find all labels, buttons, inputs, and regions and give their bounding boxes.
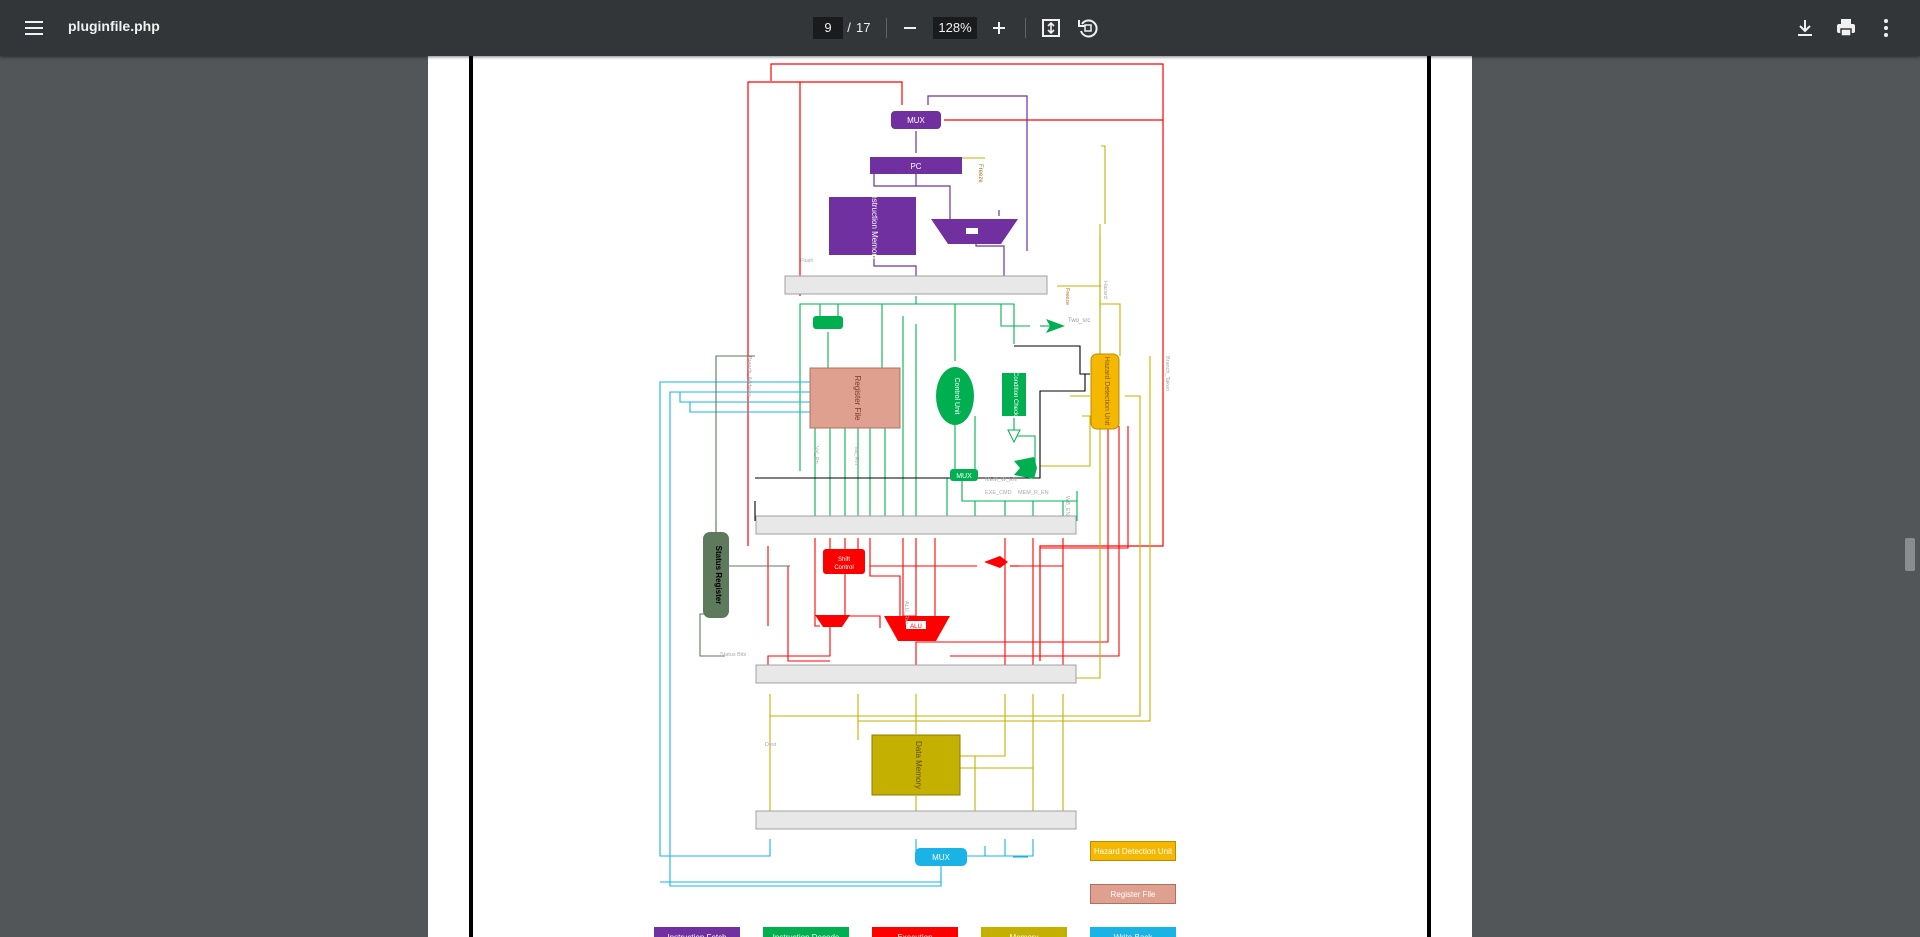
data-memory-label: Data Memory	[914, 741, 923, 789]
page-number-input[interactable]	[813, 17, 843, 39]
decode-mux-label: MUX	[956, 473, 972, 480]
vertical-scrollbar-thumb[interactable]	[1905, 538, 1915, 571]
val-rn-label: Val_Rn	[813, 446, 819, 464]
print-icon[interactable]	[1834, 16, 1858, 40]
shift-mux	[815, 615, 850, 627]
hazard-or-gate	[1014, 457, 1037, 479]
alu-res-label: ALU_Res	[903, 601, 909, 625]
hazard-label: Hazard	[1102, 281, 1108, 299]
menu-icon[interactable]	[22, 16, 46, 40]
legend-register-file: Register File	[1090, 884, 1176, 904]
flush-label: Flush	[800, 258, 813, 264]
legend-fetch: Instruction Fetch	[654, 927, 740, 937]
hazard-unit-label: Hazard Detection Unit	[1103, 357, 1110, 426]
toolbar-divider	[1025, 18, 1026, 38]
legend-memory: Memory	[981, 927, 1067, 937]
branch-address-label: Branch_Address	[746, 356, 752, 397]
pdf-toolbar: pluginfile.php / 17	[0, 0, 1920, 56]
mem-r-en-label: MEM_R_EN	[1018, 490, 1049, 496]
page-separator: /	[847, 20, 851, 35]
document-title: pluginfile.php	[68, 18, 160, 34]
legend-hazard-detection: Hazard Detection Unit	[1090, 841, 1176, 861]
pc-mux-label: MUX	[907, 116, 925, 125]
ex-mem-register	[755, 664, 1077, 684]
legend-writeback: Write Back	[1090, 927, 1176, 937]
more-vert-icon[interactable]	[1874, 16, 1898, 40]
wb-mux-label: MUX	[932, 853, 950, 862]
rotate-icon[interactable]	[1076, 16, 1100, 40]
condition-check-label: Condition Check	[1012, 372, 1018, 417]
mem-w-en-label: MEM_W_EN	[985, 477, 1017, 483]
control-unit-label: Control Unit	[953, 378, 960, 415]
instruction-memory-label: Instruction Memory	[870, 192, 879, 260]
two-src-label: Two_src	[1068, 318, 1090, 324]
shift-control-label-line2: Control	[834, 565, 853, 571]
toolbar-divider	[886, 18, 887, 38]
legend-decode: Instruction Decode	[763, 927, 849, 937]
exe-cmd-label: EXE_CMD	[985, 490, 1012, 496]
register-file-label: Register File	[853, 376, 862, 421]
pc-adder-mark	[966, 228, 978, 234]
branch-taken-label: Branch_Taken	[1164, 356, 1170, 391]
pc-label: PC	[910, 162, 921, 171]
id-ex-register	[755, 515, 1077, 535]
freeze-pc-label: Freeze	[977, 164, 983, 183]
page-total: 17	[856, 20, 871, 35]
pdf-viewer[interactable]: MUX PC Instruction Memory Freeze Registe…	[0, 56, 1920, 937]
status-bits-label: Status Bits	[720, 652, 747, 658]
val-rm-label: Val_Rm	[853, 446, 859, 466]
zoom-level-input[interactable]	[933, 17, 977, 39]
memory-wires	[769, 145, 1151, 821]
if-id-register	[784, 275, 1048, 295]
execute-wires	[767, 426, 1129, 676]
forward-mux	[984, 556, 1008, 568]
minus-icon[interactable]	[898, 16, 922, 40]
alu-label: ALU	[910, 624, 922, 630]
fit-page-icon[interactable]	[1039, 16, 1063, 40]
pipeline-diagram: MUX PC Instruction Memory Freeze Registe…	[659, 63, 1170, 887]
wb-en-label: WB_EN	[1064, 496, 1070, 516]
shift-control-label: Shift	[838, 557, 850, 563]
legend-execute: Execution	[872, 927, 958, 937]
dest-label: Dest	[765, 742, 777, 748]
freeze-ifid-label: Freeze	[1064, 288, 1070, 305]
decode-mux-small	[813, 316, 843, 329]
plus-icon[interactable]	[987, 16, 1011, 40]
mem-wb-register	[755, 810, 1077, 830]
status-register-label: Status Register	[714, 546, 723, 605]
download-icon[interactable]	[1793, 16, 1817, 40]
